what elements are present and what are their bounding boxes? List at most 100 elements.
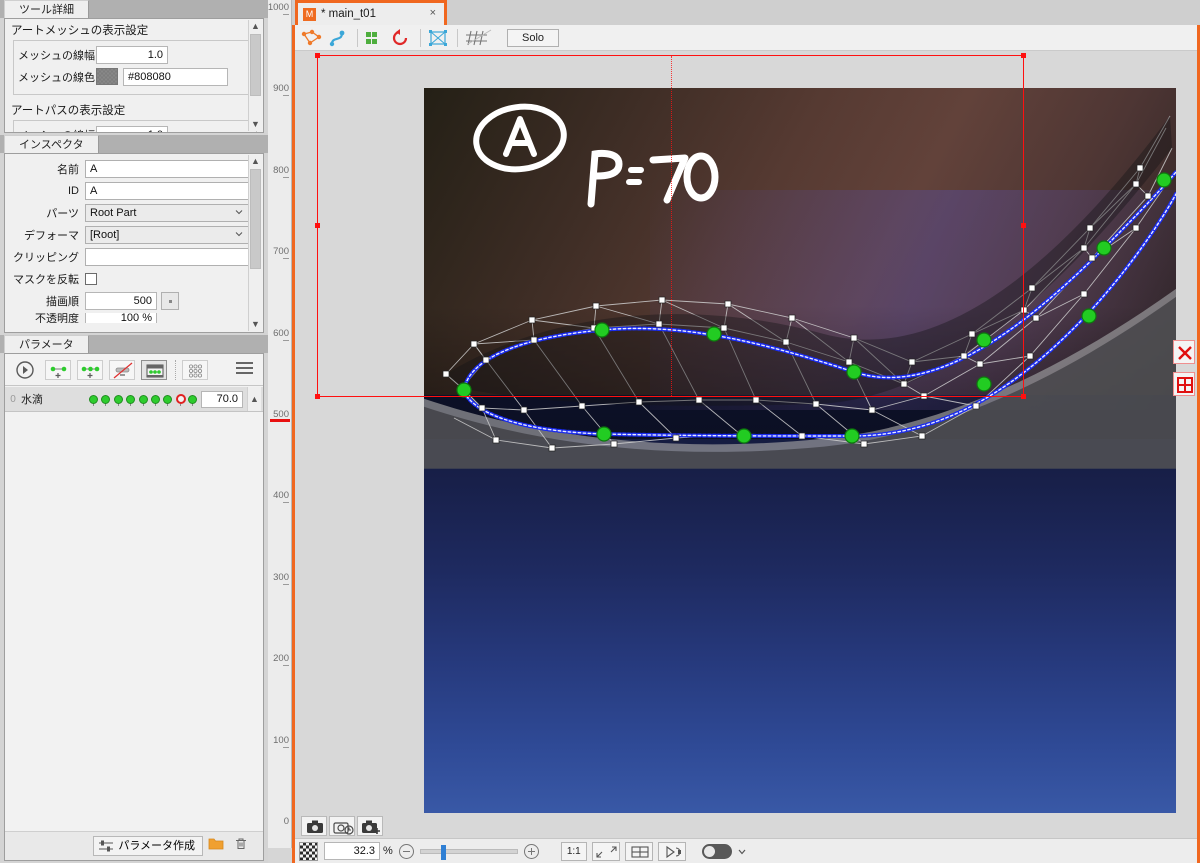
ruler-tick-400: 400 <box>273 490 289 502</box>
chevron-down-icon[interactable] <box>735 844 749 859</box>
selection-handle-right[interactable] <box>1021 223 1026 228</box>
tool-detail-scrollbar[interactable]: ▲ ▼ <box>248 20 262 131</box>
part-label: パーツ <box>46 208 79 220</box>
keyform-dot[interactable] <box>113 394 123 404</box>
mesh-line-color-input[interactable]: #808080 <box>123 67 228 86</box>
name-input[interactable]: A <box>85 160 249 178</box>
document-tabstrip: M * main_t01 × <box>292 0 1200 25</box>
selection-handle-bottom-left[interactable] <box>315 394 320 399</box>
onion-skin-icon[interactable] <box>657 841 686 861</box>
display-toggle[interactable] <box>701 843 732 859</box>
parameter-create-icon <box>99 840 114 852</box>
artpath-line-width-input[interactable]: 1.0 <box>96 125 168 132</box>
id-input[interactable]: A <box>85 182 249 200</box>
draw-order-options-button[interactable] <box>161 292 179 310</box>
parameter-value-input[interactable]: 70.0 <box>201 391 243 408</box>
mesh-line-width-input[interactable]: 1.0 <box>96 45 168 64</box>
keyform-dot-current[interactable] <box>175 393 186 404</box>
transparency-checker-icon[interactable] <box>299 841 318 861</box>
parameter-scroll-up-icon[interactable]: ▲ <box>247 387 261 411</box>
draw-order-label: 描画順 <box>46 296 79 308</box>
scroll-thumb[interactable] <box>250 169 261 269</box>
parameter-keyform-track[interactable] <box>83 387 201 412</box>
parameter-body: 0 水滴 70.0 ▲ パラメータ作成 <box>4 353 264 861</box>
art-path-edit-icon[interactable] <box>326 28 350 48</box>
invert-mask-checkbox[interactable] <box>85 273 97 285</box>
selection-handle-bottom-right[interactable] <box>1021 394 1026 399</box>
hamburger-menu-icon[interactable] <box>236 362 253 375</box>
scroll-down-icon[interactable]: ▼ <box>249 318 262 331</box>
clipping-input[interactable] <box>85 248 249 266</box>
selection-bounding-box[interactable] <box>315 53 1026 399</box>
snapshot-history-icon[interactable] <box>329 816 355 836</box>
zoom-slider[interactable] <box>419 844 518 860</box>
close-view-button[interactable] <box>1173 340 1195 364</box>
opacity-input[interactable]: 100 % <box>85 313 157 323</box>
parameter-panel: パラメータ 0 水滴 70.0 ▲ パラメータ作成 <box>0 335 268 863</box>
tab-tool-detail[interactable]: ツール詳細 <box>4 0 89 18</box>
mesh-line-color-swatch[interactable] <box>96 68 118 85</box>
zoom-out-icon[interactable] <box>398 843 414 859</box>
scroll-down-icon[interactable]: ▼ <box>249 118 262 131</box>
selection-handle-left[interactable] <box>315 223 320 228</box>
camera-button-bar <box>295 814 385 838</box>
deformer-select[interactable]: [Root] <box>85 226 249 244</box>
art-mesh-edit-icon[interactable] <box>300 28 324 48</box>
parameter-tabstrip: パラメータ <box>0 335 268 353</box>
parameter-bottom-bar: パラメータ作成 <box>5 831 263 860</box>
selection-handle-top-left[interactable] <box>315 53 320 58</box>
keyform-dot[interactable] <box>126 394 136 404</box>
add-keyform-3point-icon[interactable] <box>77 359 103 380</box>
zoom-in-icon[interactable] <box>523 843 539 859</box>
zoom-slider-thumb[interactable] <box>440 844 446 860</box>
scroll-up-icon[interactable]: ▲ <box>249 155 262 168</box>
vertical-ruler[interactable]: 1000 900 800 700 600 500 400 300 200 100 0 <box>268 0 292 848</box>
mesh-transform-icon[interactable] <box>426 28 450 48</box>
tab-main-t01[interactable]: M * main_t01 × <box>295 0 447 25</box>
grid-toggle-icon[interactable] <box>624 841 653 861</box>
scroll-thumb[interactable] <box>250 34 261 96</box>
close-icon[interactable]: × <box>430 7 436 19</box>
trash-icon[interactable] <box>233 836 255 856</box>
snapshot-icon[interactable] <box>301 816 327 836</box>
mesh-line-width-row: メッシュの線幅 1.0 <box>18 45 250 64</box>
play-circle-icon[interactable] <box>13 360 39 380</box>
keyform-edit-icon[interactable] <box>141 359 167 380</box>
layout-view-button[interactable] <box>1173 372 1195 396</box>
tab-parameter[interactable]: パラメータ <box>4 335 89 353</box>
grid-mesh-icon[interactable] <box>463 28 497 48</box>
keyform-dot[interactable] <box>138 394 148 404</box>
fit-to-screen-icon[interactable] <box>591 841 620 861</box>
zoom-value-input[interactable]: 32.3 <box>324 842 380 860</box>
keyform-dot[interactable] <box>101 394 111 404</box>
snapshot-add-icon[interactable] <box>357 816 383 836</box>
keyform-dot[interactable] <box>89 394 98 404</box>
ruler-minor-tick <box>283 95 289 97</box>
folder-icon[interactable] <box>207 836 229 856</box>
keyform-dot[interactable] <box>163 394 173 404</box>
inspector-row-draw-order: 描画順 500 <box>7 291 263 311</box>
part-select[interactable]: Root Part <box>85 204 249 222</box>
deformer-icon[interactable] <box>363 28 387 48</box>
create-parameter-button[interactable]: パラメータ作成 <box>93 836 203 856</box>
add-keyform-2point-icon[interactable] <box>45 359 71 380</box>
solo-button[interactable]: Solo <box>507 28 559 47</box>
keyform-dot[interactable] <box>188 394 198 404</box>
canvas-viewport[interactable] <box>295 51 1197 813</box>
scroll-up-icon[interactable]: ▲ <box>249 20 262 33</box>
parameter-name: 水滴 <box>21 394 43 406</box>
parameter-row-water-drop[interactable]: 0 水滴 70.0 ▲ <box>5 387 263 412</box>
inspector-row-name: 名前 A <box>7 159 263 179</box>
one-to-one-button[interactable]: 1:1 <box>560 841 587 861</box>
rotate-revert-icon[interactable] <box>389 28 413 48</box>
keyform-dot[interactable] <box>151 394 160 404</box>
delete-keyform-icon[interactable] <box>109 359 135 380</box>
selection-handle-top-right[interactable] <box>1021 53 1026 58</box>
draw-order-input[interactable]: 500 <box>85 292 157 310</box>
tab-inspector[interactable]: インスペクタ <box>4 135 99 153</box>
parameter-list-icon[interactable] <box>182 359 208 380</box>
inspector-scrollbar[interactable]: ▲ ▼ <box>248 155 262 331</box>
left-panel-column: ツール詳細 アートメッシュの表示設定 メッシュの線幅 1.0 メッシュの線色 #… <box>0 0 268 863</box>
toolbar-separator <box>357 28 358 47</box>
ruler-tick-300: 300 <box>273 571 289 583</box>
